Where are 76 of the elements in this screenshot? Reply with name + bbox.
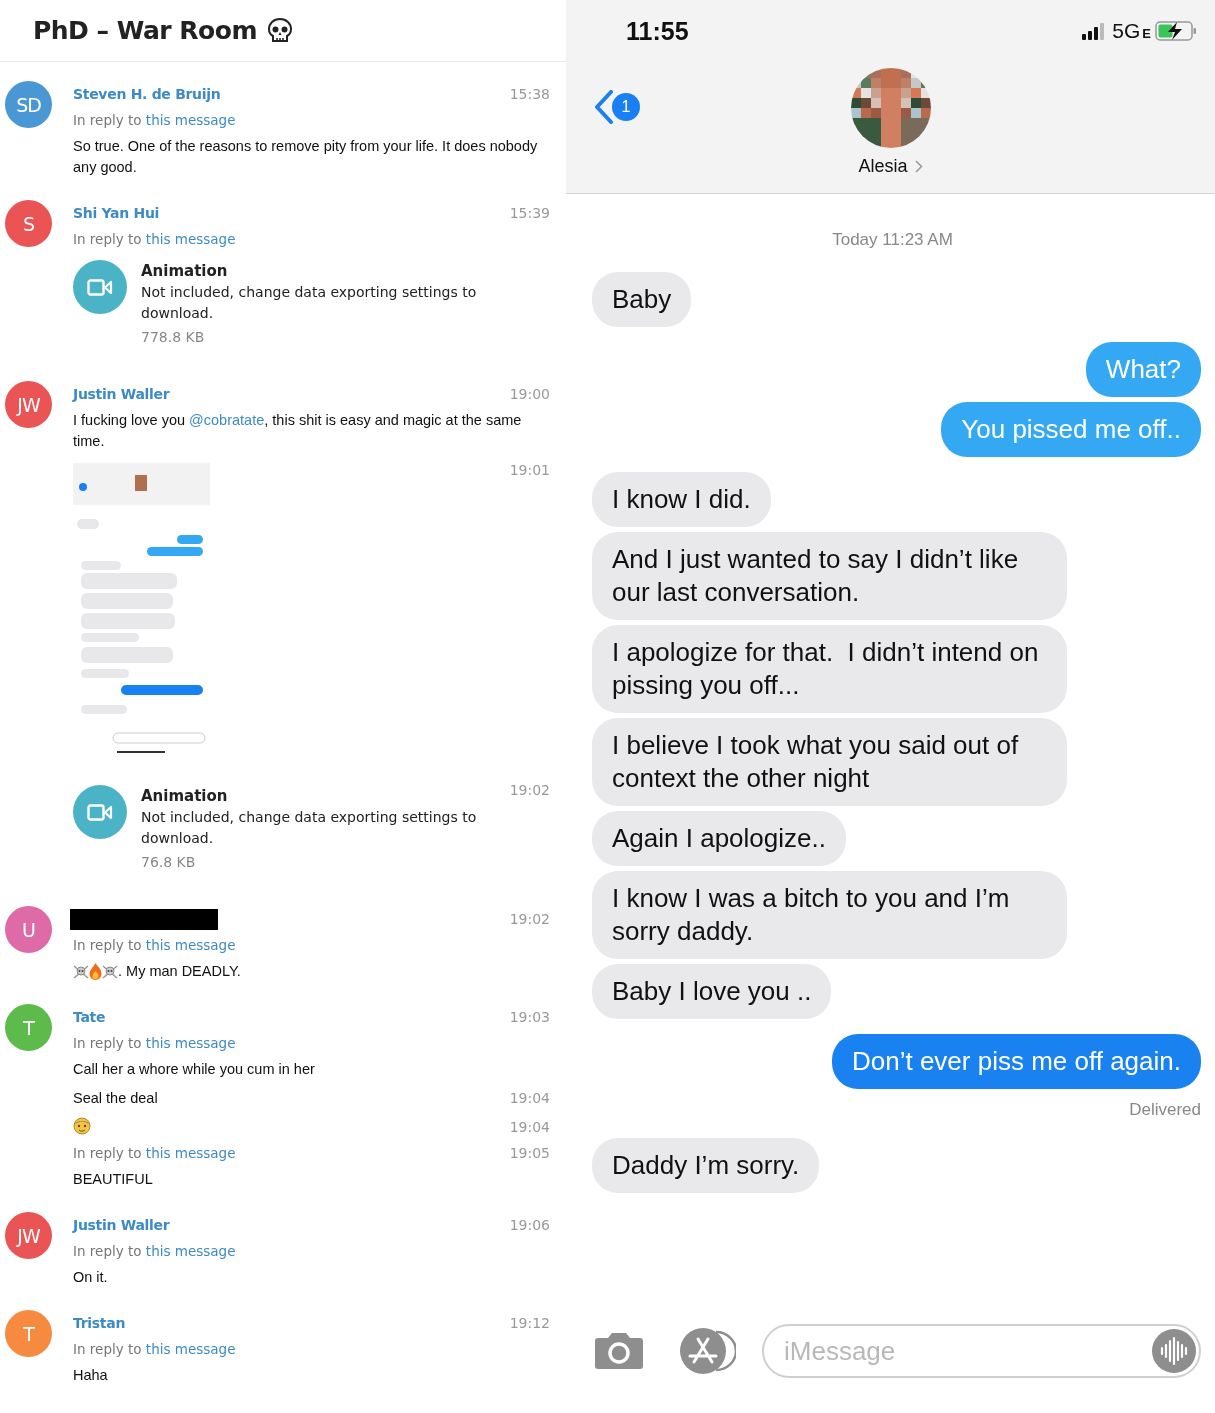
contact-name[interactable]: Alesia [858,156,923,177]
mention-link[interactable]: @cobratate [189,412,265,428]
sender-name: Justin Waller [73,385,171,404]
reply-note: In reply to this message [73,230,237,249]
received-message-bubble: I believe I took what you said out of context the other night [592,718,1067,806]
received-message-bubble: I know I did. [592,472,771,527]
network-suffix: E [1142,25,1151,41]
avatar: T [5,1310,52,1357]
sent-message-bubble: Don’t ever piss me off again. [831,1034,1201,1089]
received-message-bubble: I apologize for that. I didn’t intend on pissing you off... [592,625,1067,713]
avatar: SD [5,81,52,128]
reply-note: In reply to this message [73,936,237,955]
message-text: I fucking love you @cobratate, this shit is easy and magic at the same time. [73,411,523,451]
message-time: 19:06 [509,1216,550,1235]
message-time: 15:38 [509,85,550,104]
attachment-note: Not included, change data exporting settings to download. [141,283,478,323]
message-time: 15:39 [509,204,550,223]
network-type: 5G [1112,19,1141,43]
avatar: T [5,1004,52,1051]
message-link[interactable]: this message [145,1035,236,1051]
message-time: 19:02 [509,910,550,929]
avatar: JW [5,381,52,428]
file-size: 76.8 KB [141,853,197,872]
attachment-note: Not included, change data exporting settings to download. [141,808,478,848]
sender-name: Steven H. de Bruijn [73,85,222,104]
avatar: U [5,906,52,953]
message-link[interactable]: this message [145,1243,236,1259]
message-text: So true. One of the reasons to remove pity from your life. It does nobody any good. [73,137,539,177]
message-time: 19:04 [509,1089,550,1108]
message-time: 19:05 [509,1144,550,1163]
message-text: Haha [73,1366,109,1385]
received-message-bubble: I know I was a bitch to you and I’m sorry daddy. [592,871,1067,959]
unread-badge: 1 [612,93,640,121]
delivery-status: Delivered [1129,1100,1201,1120]
message-text: BEAUTIFUL [73,1170,154,1189]
back-button[interactable]: 1 [594,90,851,124]
reply-note: In reply to this message [73,111,237,130]
avatar: S [5,200,52,247]
sender-name: Tate [73,1008,107,1027]
sender-name: Justin Waller [73,1216,171,1235]
message-link[interactable]: this message [145,1145,236,1161]
message-time: 19:12 [509,1314,550,1333]
status-time: 11:55 [626,16,690,46]
attachment-title: Animation [141,261,229,282]
message-time: 19:03 [509,1008,550,1027]
received-message-bubble: Baby [592,272,692,327]
sender-name: Tristan [73,1314,127,1333]
sent-message-bubble: What? [1085,342,1201,397]
message-text: Seal the deal [73,1089,159,1108]
avatar: JW [5,1212,52,1259]
message-link[interactable]: this message [145,112,236,128]
message-link[interactable]: this message [145,231,236,247]
received-message-bubble: And I just wanted to say I didn’t like our last conversation. [592,532,1067,620]
sent-message-bubble: You pissed me off.. [941,402,1201,457]
attachment-title: Animation [141,786,229,807]
conversation-timestamp: Today 11:23 AM [832,230,953,250]
file-size: 778.8 KB [141,328,206,347]
reply-note: In reply to this message [73,1242,237,1261]
message-time: 19:02 [509,781,550,800]
message-time: 19:00 [509,385,550,404]
reply-note: In reply to this message [73,1144,237,1163]
received-message-bubble: Again I apologize.. [592,811,846,866]
message-time: 19:01 [509,461,550,480]
reply-note: In reply to this message [73,1034,237,1053]
message-text: Call her a whore while you cum in her [73,1060,316,1079]
message-link[interactable]: this message [145,1341,236,1357]
received-message-bubble: Daddy I’m sorry. [592,1138,820,1193]
chat-title: PhD – War Room [33,16,258,45]
message-text: . My man DEADLY. [73,958,550,987]
reply-note: In reply to this message [73,1340,237,1359]
message-time: 19:04 [509,1118,550,1137]
message-input[interactable]: iMessage [762,1324,1201,1378]
sender-name: Shi Yan Hui [73,204,161,223]
message-link[interactable]: this message [145,937,236,953]
received-message-bubble: Baby I love you .. [592,964,832,1019]
message-text: On it. [73,1268,109,1287]
